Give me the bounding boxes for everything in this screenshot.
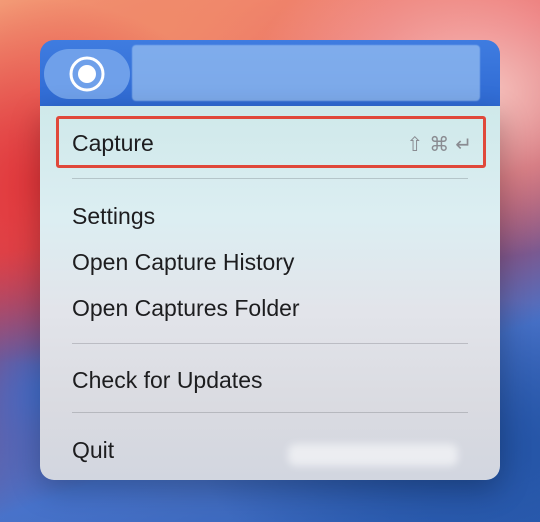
menu-separator <box>72 412 468 413</box>
menu-bar-redacted-area <box>132 45 480 101</box>
menu-item-open-captures-folder[interactable]: Open Captures Folder <box>40 292 500 332</box>
redacted-version-text <box>288 444 458 466</box>
menu-item-open-capture-history[interactable]: Open Capture History <box>40 244 500 284</box>
record-icon <box>69 56 105 92</box>
status-item-button[interactable] <box>44 49 130 99</box>
menu-item-quit-label: Quit <box>72 437 115 463</box>
menu-item-check-for-updates[interactable]: Check for Updates <box>40 360 500 400</box>
menu-separator <box>72 343 468 344</box>
menu-item-settings[interactable]: Settings <box>40 196 500 236</box>
capture-highlight-annotation <box>56 116 486 168</box>
menu-separator <box>72 178 468 179</box>
menu-bar <box>40 40 500 106</box>
menu-item-settings-label: Settings <box>72 203 156 229</box>
menu-item-updates-label: Check for Updates <box>72 367 263 393</box>
menu-item-folder-label: Open Captures Folder <box>72 295 300 321</box>
menu-item-history-label: Open Capture History <box>72 249 295 275</box>
